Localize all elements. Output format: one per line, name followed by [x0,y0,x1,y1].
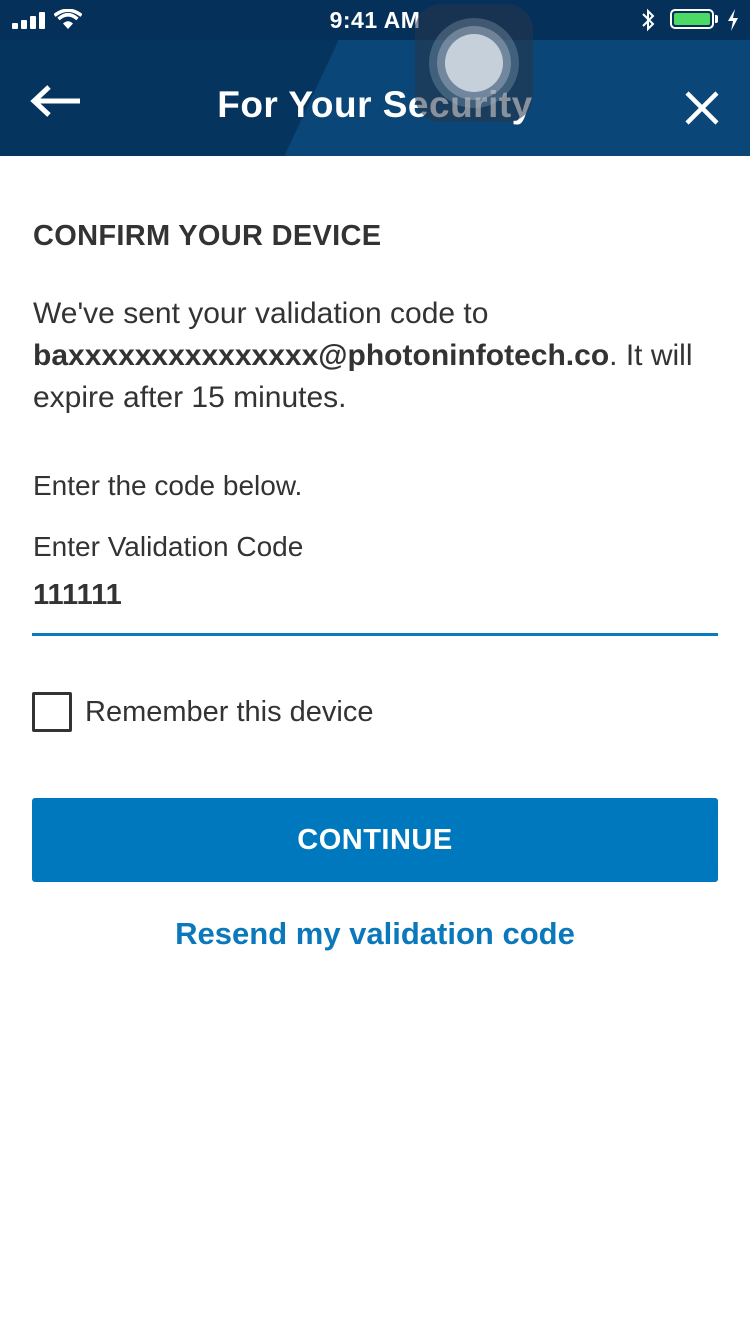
message-prefix: We've sent your validation code to [33,297,489,330]
validation-code-label: Enter Validation Code [33,531,304,562]
status-bar: 9:41 AM [0,0,750,40]
battery-icon [670,9,714,29]
section-heading: CONFIRM YOUR DEVICE [33,220,382,252]
code-prompt: Enter the code below. [33,470,303,501]
validation-code-input[interactable] [33,579,718,612]
status-time: 9:41 AM [329,7,421,33]
charging-icon [728,9,738,31]
masked-email: baxxxxxxxxxxxxxxx@photoninfotech.co [33,339,610,372]
continue-button[interactable]: CONTINUE [32,798,718,882]
remember-device-checkbox[interactable] [32,692,72,732]
remember-device-label[interactable]: Remember this device [85,696,374,729]
page-title: For Your Security [217,84,533,125]
resend-code-link[interactable]: Resend my validation code [0,916,750,952]
nav-bar: For Your Security [0,40,750,156]
battery-tip [715,15,718,23]
validation-message: We've sent your validation code to baxxx… [33,293,723,419]
input-underline [32,633,718,636]
close-icon[interactable] [684,90,720,126]
bluetooth-icon [642,8,655,32]
assistive-touch-button[interactable] [415,4,533,122]
